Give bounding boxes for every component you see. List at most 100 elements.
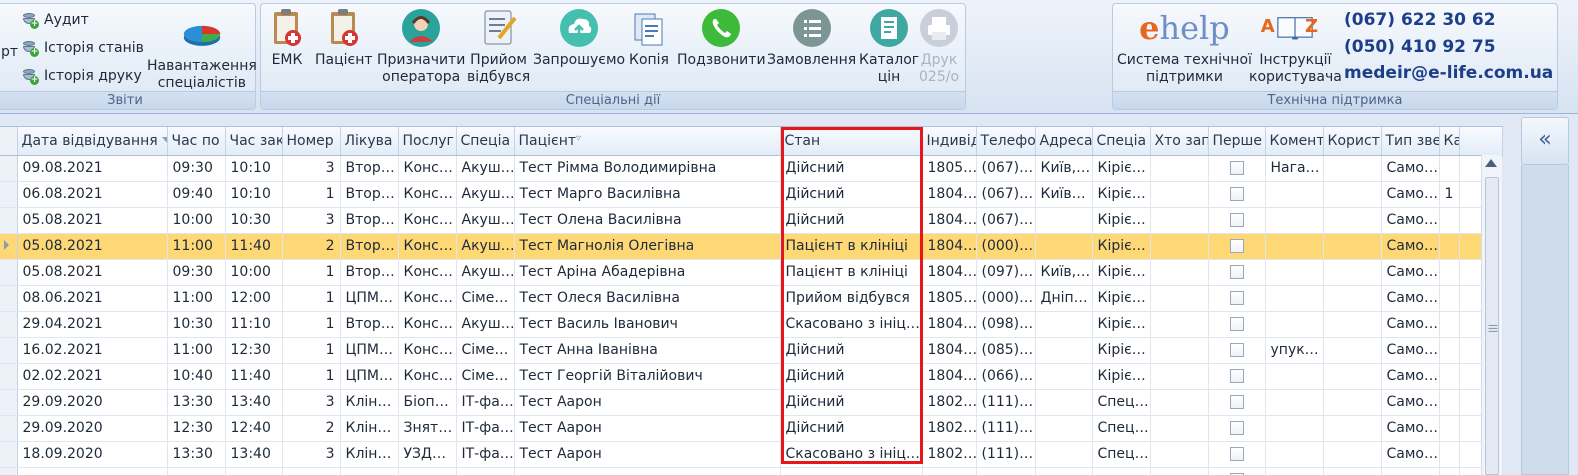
cell-comment[interactable]: Нага… — [1265, 155, 1324, 182]
cell-phone[interactable]: (098)… — [976, 311, 1036, 338]
first-visit-checkbox[interactable] — [1229, 395, 1244, 409]
column-header-time-end[interactable]: Час зак — [225, 127, 283, 156]
scroll-up-arrow-icon[interactable] — [1485, 159, 1497, 167]
cell-address[interactable] — [1035, 467, 1093, 475]
cell-time-start[interactable]: 09:30 — [167, 259, 226, 286]
cell-specialist[interactable]: Кіріє… — [1092, 207, 1151, 234]
cell-first-visit[interactable] — [1208, 311, 1266, 338]
cell-first-visit[interactable] — [1208, 363, 1266, 390]
cell-booked-by[interactable] — [1150, 441, 1209, 468]
cell-booked-by[interactable] — [1150, 181, 1209, 208]
cell-specialist[interactable]: Кіріє… — [1092, 363, 1151, 390]
cell-status[interactable]: Дійсний — [780, 337, 923, 364]
cell-number[interactable]: 2 — [282, 233, 341, 260]
cell-cabinet[interactable] — [1439, 337, 1460, 364]
cell-patient[interactable]: Тест Марго Василівна — [514, 181, 781, 208]
cell-address[interactable]: Київ,… — [1035, 155, 1093, 182]
cell-doctor[interactable]: Втор… — [340, 233, 399, 260]
cell-time-start[interactable]: 11:00 — [167, 285, 226, 312]
cell-status[interactable]: Дійсний — [780, 155, 923, 182]
cell-cabinet[interactable] — [1439, 207, 1460, 234]
cell-booked-by[interactable] — [1150, 285, 1209, 312]
cell-patient[interactable]: Тест Аарон — [514, 441, 781, 468]
cell-status[interactable]: Дійсний — [780, 181, 923, 208]
column-header-time-start[interactable]: Час по — [167, 127, 226, 156]
cell-user[interactable] — [1323, 441, 1382, 468]
row-indicator[interactable] — [0, 467, 18, 475]
cell-contact-type[interactable]: Само… — [1381, 155, 1440, 182]
cell-comment[interactable] — [1265, 181, 1324, 208]
cell-contact-type[interactable]: Само… — [1381, 337, 1440, 364]
cell-address[interactable]: Київ… — [1035, 181, 1093, 208]
order-button[interactable]: Замовлення — [767, 8, 856, 69]
cell-time-end[interactable]: 11:40 — [225, 363, 283, 390]
cell-doctor[interactable]: Клін… — [340, 389, 399, 416]
cell-first-visit[interactable] — [1208, 207, 1266, 234]
cell-phone[interactable]: (000)… — [976, 285, 1036, 312]
column-header-contact-type[interactable]: Тип зве — [1381, 127, 1440, 156]
cell-visit-date[interactable]: 09.08.2021 — [17, 155, 168, 182]
cell-doctor[interactable]: Втор… — [340, 259, 399, 286]
cell-number[interactable]: 3 — [282, 207, 341, 234]
table-row[interactable]: 08.06.2021 11:00 12:00 1 ЦПМ… Конс… Сіме… Тест … — [0, 285, 1503, 312]
cell-time-end[interactable]: 13:40 — [225, 441, 283, 468]
cell-phone[interactable]: (067)… — [976, 181, 1036, 208]
vertical-scrollbar[interactable]: — — — — [1481, 155, 1502, 475]
table-row[interactable]: 29.09.2020 12:30 12:40 2 Клін… Знят… ІТ-фа… Тес… — [0, 415, 1503, 442]
column-header-address[interactable]: Адреса — [1035, 127, 1093, 156]
cell-number[interactable]: 1 — [282, 311, 341, 338]
cell-booked-by[interactable] — [1150, 207, 1209, 234]
table-row[interactable]: 29.09.2020 13:30 13:40 3 Клін… Біоп… ІТ-фа… Тес… — [0, 389, 1503, 416]
first-visit-checkbox[interactable] — [1229, 213, 1244, 227]
cell-status[interactable]: Пацієнт в клініці — [780, 259, 923, 286]
expand-panel-button[interactable]: « — [1521, 117, 1569, 165]
cell-number[interactable]: 1 — [282, 259, 341, 286]
cell-first-visit[interactable] — [1208, 259, 1266, 286]
cell-comment[interactable] — [1265, 441, 1324, 468]
cell-first-visit[interactable] — [1208, 181, 1266, 208]
cell-specialty[interactable]: ІТ-фа… — [456, 415, 515, 442]
first-visit-checkbox[interactable] — [1229, 369, 1244, 383]
cell-specialist[interactable]: Кіріє… — [1092, 233, 1151, 260]
cell-service[interactable]: Конс… — [398, 363, 457, 390]
cell-phone[interactable]: (000)… — [976, 233, 1036, 260]
collapsed-panel-strip[interactable] — [1521, 165, 1569, 475]
cell-doctor[interactable]: Втор… — [340, 207, 399, 234]
table-row[interactable]: 05.08.2021 11:00 11:40 2 Втор… Конс… Акуш… Тест… — [0, 233, 1503, 260]
cell-number[interactable]: 3 — [282, 389, 341, 416]
table-row[interactable]: 09.08.2021 09:30 10:10 3 Втор… Конс… Акуш… Тест… — [0, 155, 1503, 182]
cell-service[interactable]: Конс… — [398, 233, 457, 260]
cell-individual-id[interactable] — [922, 467, 977, 475]
table-row[interactable]: 06.08.2021 09:40 10:10 1 Втор… Конс… Акуш… Тест… — [0, 181, 1503, 208]
row-indicator[interactable] — [0, 311, 18, 338]
cell-cabinet[interactable] — [1439, 467, 1460, 475]
cell-first-visit[interactable] — [1208, 415, 1266, 442]
cell-cabinet[interactable] — [1439, 363, 1460, 390]
cell-first-visit[interactable] — [1208, 337, 1266, 364]
cell-number[interactable]: 1 — [282, 363, 341, 390]
table-row[interactable]: 02.02.2021 10:40 11:40 1 ЦПМ… Конс… Сіме… Тест … — [0, 363, 1503, 390]
cell-contact-type[interactable]: Само… — [1381, 259, 1440, 286]
cell-address[interactable] — [1035, 363, 1093, 390]
cell-patient[interactable]: Тест Олена Василівна — [514, 207, 781, 234]
cell-user[interactable] — [1323, 389, 1382, 416]
column-header-visit-date[interactable]: Дата відвідування — [17, 127, 168, 156]
cell-service[interactable] — [398, 467, 457, 475]
cell-first-visit[interactable] — [1208, 389, 1266, 416]
cell-doctor[interactable]: Втор… — [340, 311, 399, 338]
cell-status[interactable]: Дійсний — [780, 415, 923, 442]
cell-patient[interactable]: Тест Василь Іванович — [514, 311, 781, 338]
cell-time-start[interactable]: 09:40 — [167, 181, 226, 208]
cell-specialty[interactable]: ІТ-фа… — [456, 389, 515, 416]
cell-specialist[interactable]: Кіріє… — [1092, 155, 1151, 182]
cell-cabinet[interactable] — [1439, 259, 1460, 286]
cell-contact-type[interactable]: Само… — [1381, 181, 1440, 208]
cell-address[interactable]: Київ,… — [1035, 259, 1093, 286]
cell-specialty[interactable]: Акуш… — [456, 233, 515, 260]
cell-first-visit[interactable] — [1208, 155, 1266, 182]
cell-patient[interactable]: Тест Георгій Віталійович — [514, 363, 781, 390]
cell-contact-type[interactable]: Само… — [1381, 363, 1440, 390]
cell-status[interactable]: Прийом відбувся — [780, 285, 923, 312]
column-header-specialty[interactable]: Спеціа — [456, 127, 515, 156]
cell-contact-type[interactable]: Само… — [1381, 441, 1440, 468]
